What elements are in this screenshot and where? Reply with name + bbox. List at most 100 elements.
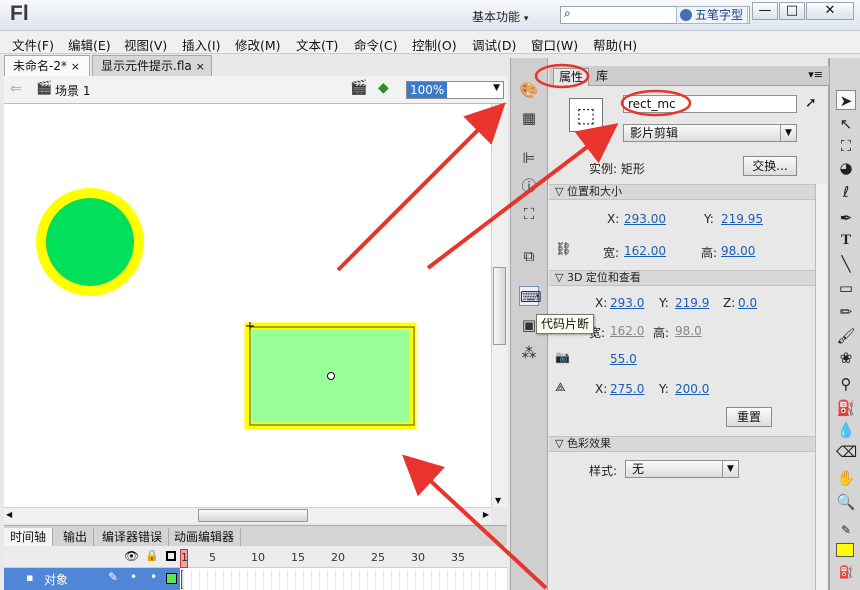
info-icon[interactable]: ⓘ xyxy=(519,176,539,196)
brush-tool-icon[interactable]: 🖌 xyxy=(836,326,856,346)
selection-tool-icon[interactable]: ➤ xyxy=(836,90,856,110)
visibility-dot[interactable]: • xyxy=(130,570,137,584)
layer-color-swatch[interactable] xyxy=(166,573,177,584)
text-tool-icon[interactable]: T xyxy=(836,230,856,250)
close-button[interactable]: ✕ xyxy=(806,2,854,20)
deco-tool-icon[interactable]: ❀ xyxy=(836,348,856,368)
tab-untitled-2[interactable]: 未命名-2* × xyxy=(4,55,90,76)
components-icon[interactable]: ⧉ xyxy=(519,246,539,266)
line-tool-icon[interactable]: ╲ xyxy=(836,254,856,274)
menu-debug[interactable]: 调试(D) xyxy=(472,35,516,54)
scroll-thumb[interactable] xyxy=(493,267,506,345)
scene-name: 场景 1 xyxy=(55,84,91,98)
frame-number: 10 xyxy=(251,551,265,564)
motion-presets-icon[interactable]: ⁂ xyxy=(519,343,539,363)
code-snippets-icon[interactable]: ⌨ xyxy=(519,286,542,306)
circle-shape[interactable] xyxy=(36,188,144,296)
tab-library[interactable]: 库 xyxy=(591,68,613,86)
vanish-y-value[interactable]: 200.0 xyxy=(675,382,709,396)
lock-dot[interactable]: • xyxy=(150,570,157,584)
stage[interactable] xyxy=(4,104,491,507)
tab-properties[interactable]: 属性 xyxy=(553,68,590,86)
3d-rotation-tool-icon[interactable]: ◕ xyxy=(836,158,856,178)
timeline-frames[interactable] xyxy=(183,570,503,590)
eraser-tool-icon[interactable]: ⌫ xyxy=(836,442,857,462)
code-snippets-tooltip: 代码片断 xyxy=(536,314,594,334)
position-size-section[interactable]: ▽ 位置和大小 xyxy=(549,184,821,200)
menu-text[interactable]: 文本(T) xyxy=(296,35,338,54)
panel-menu-icon[interactable]: ▾≡ xyxy=(808,68,823,81)
minimize-button[interactable]: — xyxy=(752,2,778,20)
y3d-value[interactable]: 219.9 xyxy=(675,296,709,310)
edit-symbols-icon[interactable]: ◆ xyxy=(378,80,389,96)
help-arrow-icon[interactable]: ➚ xyxy=(805,95,817,111)
color-effect-section[interactable]: ▽ 色彩效果 xyxy=(549,436,821,452)
tab-compiler-errors[interactable]: 编译器错误 xyxy=(96,528,170,547)
properties-scrollbar[interactable] xyxy=(815,184,827,590)
3d-section[interactable]: ▽ 3D 定位和查看 xyxy=(549,270,821,286)
eye-icon[interactable]: 👁 xyxy=(124,549,139,563)
h3d-label: 高: xyxy=(653,326,670,340)
z-value[interactable]: 0.0 xyxy=(738,296,757,310)
hand-tool-icon[interactable]: ✋ xyxy=(836,468,856,488)
close-tab-icon[interactable]: × xyxy=(71,60,80,73)
reset-button[interactable]: 重置 xyxy=(726,407,772,427)
layer-name[interactable]: 对象 xyxy=(44,571,68,588)
outline-icon[interactable] xyxy=(166,551,176,561)
height-value[interactable]: 98.00 xyxy=(721,244,755,258)
ime-indicator[interactable]: 五笔字型 xyxy=(676,6,748,24)
tab-timeline[interactable]: 时间轴 xyxy=(4,528,54,547)
color-palette-icon[interactable]: 🎨 xyxy=(519,80,539,100)
rectangle-tool-icon[interactable]: ▭ xyxy=(836,278,856,298)
menu-commands[interactable]: 命令(C) xyxy=(354,35,397,54)
paint-bucket-tool-icon[interactable]: ⛽ xyxy=(836,398,856,418)
instance-type-select[interactable]: 影片剪辑 ▼ xyxy=(623,124,797,142)
tab-symbol-tooltip-fla[interactable]: 显示元件提示.fla × xyxy=(92,55,212,76)
edit-scene-icon[interactable]: 🎬 xyxy=(350,80,367,96)
scroll-thumb[interactable] xyxy=(198,509,308,522)
swap-button[interactable]: 交换... xyxy=(743,156,797,176)
stroke-color-swatch[interactable] xyxy=(836,543,854,557)
maximize-button[interactable]: □ xyxy=(779,2,805,20)
tab-motion-editor[interactable]: 动画编辑器 xyxy=(168,528,242,547)
vanish-x-value[interactable]: 275.0 xyxy=(610,382,644,396)
ime-icon xyxy=(680,9,692,21)
link-icon[interactable]: ⛓ xyxy=(555,242,572,257)
close-tab-icon[interactable]: × xyxy=(196,60,205,73)
perspective-angle-value[interactable]: 55.0 xyxy=(610,352,637,366)
workspace-switcher[interactable]: 基本功能 ▾ xyxy=(472,8,528,25)
bone-tool-icon[interactable]: ⚲ xyxy=(836,374,856,394)
pencil-tool-icon[interactable]: ✏ xyxy=(836,302,856,322)
menu-window[interactable]: 窗口(W) xyxy=(531,35,578,54)
lasso-tool-icon[interactable]: ℓ xyxy=(836,182,856,202)
stage-horizontal-scrollbar[interactable]: ◀ ▶ xyxy=(4,507,491,523)
menu-help[interactable]: 帮助(H) xyxy=(593,35,637,54)
swatches-icon[interactable]: ▦ xyxy=(519,108,539,128)
pen-tool-icon[interactable]: ✒ xyxy=(836,208,856,228)
zoom-select[interactable]: 100% ▼ xyxy=(406,81,504,99)
subselection-tool-icon[interactable]: ↖ xyxy=(836,114,856,134)
x-value[interactable]: 293.00 xyxy=(624,212,666,226)
chevron-down-icon: ▼ xyxy=(722,461,738,477)
align-icon[interactable]: ⊫ xyxy=(519,148,539,168)
lock-icon[interactable]: 🔒 xyxy=(145,549,159,562)
x3d-label: X: xyxy=(595,296,608,310)
color-style-select[interactable]: 无 ▼ xyxy=(625,460,739,478)
menu-modify[interactable]: 修改(M) xyxy=(235,35,281,54)
transform-icon[interactable]: ⛶ xyxy=(519,204,539,224)
width-value[interactable]: 162.00 xyxy=(624,244,666,258)
menu-file[interactable]: 文件(F) xyxy=(12,35,54,54)
free-transform-tool-icon[interactable]: ⛶ xyxy=(836,136,856,156)
menu-view[interactable]: 视图(V) xyxy=(124,35,167,54)
tab-output[interactable]: 输出 xyxy=(57,528,95,547)
back-arrow-icon[interactable]: ⇐ xyxy=(10,81,22,97)
y-value[interactable]: 219.95 xyxy=(721,212,763,226)
x3d-value[interactable]: 293.0 xyxy=(610,296,644,310)
stage-vertical-scrollbar[interactable]: ▲ ▼ xyxy=(491,104,507,507)
menu-edit[interactable]: 编辑(E) xyxy=(68,35,111,54)
zoom-tool-icon[interactable]: 🔍 xyxy=(836,492,856,512)
menu-insert[interactable]: 插入(I) xyxy=(182,35,220,54)
eyedropper-tool-icon[interactable]: 💧 xyxy=(836,420,856,440)
instance-name-field[interactable]: rect_mc xyxy=(623,95,797,113)
menu-control[interactable]: 控制(O) xyxy=(412,35,457,54)
